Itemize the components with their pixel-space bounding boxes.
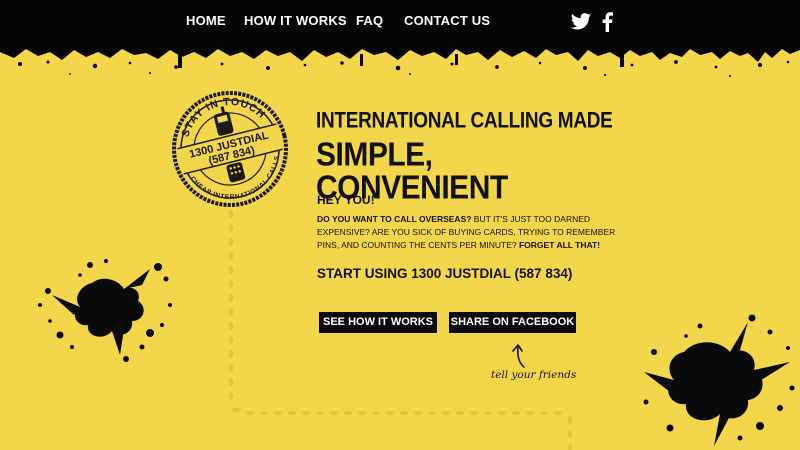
intro-question: DO YOU WANT TO CALL OVERSEAS? <box>317 214 472 224</box>
nav-how-it-works[interactable]: HOW IT WORKS <box>244 13 347 28</box>
cta-heading: START USING 1300 JUSTDIAL (587 834) <box>317 266 573 281</box>
nav-contact-us[interactable]: CONTACT US <box>404 13 490 28</box>
ink-splatter-left <box>38 259 172 362</box>
greeting: HEY YOU! <box>317 193 375 207</box>
intro-paragraph: DO YOU WANT TO CALL OVERSEAS? BUT IT'S J… <box>317 213 637 252</box>
intro-punchline: FORGET ALL THAT! <box>518 240 601 250</box>
see-how-it-works-button[interactable]: SEE HOW IT WORKS <box>319 312 437 333</box>
curved-arrow-icon <box>512 344 525 368</box>
nav-faq[interactable]: FAQ <box>356 13 383 28</box>
nav-home[interactable]: HOME <box>186 13 226 28</box>
main-nav: HOME HOW IT WORKS FAQ CONTACT US <box>0 13 800 33</box>
share-on-facebook-button[interactable]: SHARE ON FACEBOOK <box>449 312 576 333</box>
facebook-icon[interactable] <box>601 12 613 32</box>
twitter-icon[interactable] <box>570 12 592 32</box>
landing-page: HOME HOW IT WORKS FAQ CONTACT US STAY IN… <box>0 0 800 450</box>
grunge-edge <box>0 40 800 77</box>
stamp-badge: STAY IN TOUCH CHEAP INTERNATIONAL CALLS … <box>172 88 289 210</box>
tell-friends-note: tell your friends <box>491 369 577 381</box>
page-headline: INTERNATIONAL CALLING MADE SIMPLE, CONVE… <box>316 108 616 204</box>
ink-splatter-right <box>643 314 795 446</box>
headline-line1: INTERNATIONAL CALLING MADE <box>316 108 613 133</box>
